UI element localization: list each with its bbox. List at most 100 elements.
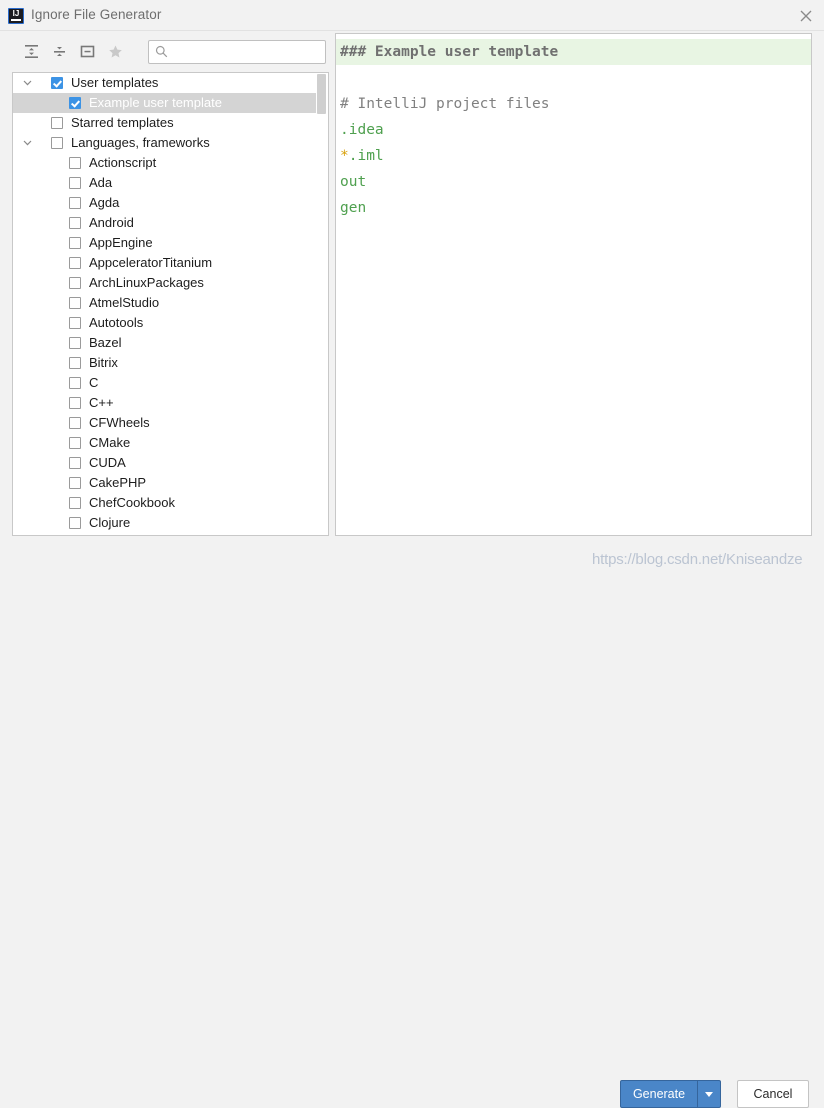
tree-row-label: Ada	[89, 175, 113, 190]
tree-row-checkbox[interactable]	[69, 297, 81, 309]
tree-row-checkbox[interactable]	[69, 437, 81, 449]
tree-row-label: ArchLinuxPackages	[89, 275, 204, 290]
dialog-footer: Generate Cancel	[0, 536, 824, 1108]
tree-row[interactable]: Example user template	[13, 93, 327, 113]
tree-row-checkbox[interactable]	[69, 497, 81, 509]
app-icon-underline	[11, 19, 21, 21]
tree-row[interactable]: Starred templates	[13, 113, 316, 133]
chevron-down-icon[interactable]	[23, 73, 35, 93]
tree-row-checkbox[interactable]	[51, 137, 63, 149]
tree-row-label: Bazel	[89, 335, 122, 350]
tree-row-checkbox[interactable]	[51, 117, 63, 129]
chevron-down-icon[interactable]	[697, 1080, 721, 1108]
tree-row-checkbox[interactable]	[69, 517, 81, 529]
tree-row-label: Example user template	[89, 95, 222, 110]
search-input[interactable]	[173, 43, 325, 64]
tree-row-checkbox[interactable]	[51, 77, 63, 89]
star-icon[interactable]	[102, 39, 128, 65]
code-segment: # IntelliJ project files	[340, 96, 550, 112]
code-line: ### Example user template	[336, 39, 811, 65]
cancel-button[interactable]: Cancel	[737, 1080, 809, 1108]
tree-row-checkbox[interactable]	[69, 377, 81, 389]
search-icon	[155, 45, 168, 61]
tree-row-checkbox[interactable]	[69, 317, 81, 329]
tree-row-checkbox[interactable]	[69, 417, 81, 429]
tree-row[interactable]: CakePHP	[13, 473, 316, 493]
tree-row[interactable]: CUDA	[13, 453, 316, 473]
template-tree-panel[interactable]: User templates Example user template Starr…	[12, 72, 329, 536]
tree-row-checkbox[interactable]	[69, 197, 81, 209]
tree-row-label: Autotools	[89, 315, 144, 330]
tree-scrollbar[interactable]	[316, 74, 327, 535]
code-line: # IntelliJ project files	[336, 91, 811, 117]
collapse-all-icon[interactable]	[46, 39, 72, 65]
tree-row[interactable]: Actionscript	[13, 153, 316, 173]
tree-row-checkbox[interactable]	[69, 397, 81, 409]
code-line: out	[336, 169, 811, 195]
tree-row[interactable]: ArchLinuxPackages	[13, 273, 316, 293]
tree-row-label: CakePHP	[89, 475, 147, 490]
tree-row-label: ChefCookbook	[89, 495, 175, 510]
tree-row-checkbox[interactable]	[69, 97, 81, 109]
tree-row-checkbox[interactable]	[69, 357, 81, 369]
tree-row[interactable]: CFWheels	[13, 413, 316, 433]
tree-row[interactable]: AtmelStudio	[13, 293, 316, 313]
tree-row-checkbox[interactable]	[69, 477, 81, 489]
tree-row[interactable]: Autotools	[13, 313, 316, 333]
generate-button[interactable]: Generate	[620, 1080, 698, 1108]
close-icon[interactable]	[794, 4, 818, 28]
page-title: Ignore File Generator	[31, 7, 162, 22]
tree-row-checkbox[interactable]	[69, 157, 81, 169]
tree-row[interactable]: Clojure	[13, 513, 316, 533]
tree-row-checkbox[interactable]	[69, 277, 81, 289]
tree-row[interactable]: User templates	[13, 73, 316, 93]
tree-row-checkbox[interactable]	[69, 257, 81, 269]
generate-dropdown-caret	[705, 1092, 713, 1097]
tree-row[interactable]: AppEngine	[13, 233, 316, 253]
tree-row-label: Clojure	[89, 515, 131, 530]
tree-row[interactable]: Agda	[13, 193, 316, 213]
code-line: *.iml	[336, 143, 811, 169]
tree-row-label: C	[89, 375, 99, 390]
tree-row-checkbox[interactable]	[69, 457, 81, 469]
tree-scrollbar-thumb[interactable]	[317, 74, 326, 114]
tree-row-label: Starred templates	[71, 115, 174, 130]
tree-row[interactable]: Languages, frameworks	[13, 133, 316, 153]
expand-all-icon[interactable]	[18, 39, 44, 65]
tree-row[interactable]: C++	[13, 393, 316, 413]
tree-row-label: Android	[89, 215, 134, 230]
intellij-app-icon: IJ	[8, 8, 24, 24]
template-tree-list: User templates Example user template Starr…	[13, 73, 327, 535]
tree-row-label: AppceleratorTitanium	[89, 255, 213, 270]
app-icon-letters: IJ	[12, 9, 20, 18]
tree-row[interactable]: CMake	[13, 433, 316, 453]
collapse-icon[interactable]	[74, 39, 100, 65]
template-preview-editor[interactable]: ### Example user template # IntelliJ pro…	[335, 33, 812, 536]
tree-row-label: Actionscript	[89, 155, 157, 170]
tree-row-label: Bitrix	[89, 355, 118, 370]
code-line: .idea	[336, 117, 811, 143]
search-field[interactable]	[148, 40, 326, 64]
tree-row-label: User templates	[71, 75, 159, 90]
tree-toolbar	[12, 39, 152, 66]
tree-row-label: CUDA	[89, 455, 126, 470]
tree-row-checkbox[interactable]	[69, 237, 81, 249]
tree-row[interactable]: Bazel	[13, 333, 316, 353]
tree-row-label: C++	[89, 395, 114, 410]
code-segment: .idea	[340, 122, 384, 138]
tree-row-label: CMake	[89, 435, 131, 450]
code-segment: *	[340, 148, 349, 164]
tree-row[interactable]: C	[13, 373, 316, 393]
tree-row-checkbox[interactable]	[69, 177, 81, 189]
code-segment: ### Example user template	[340, 44, 559, 60]
tree-row[interactable]: Ada	[13, 173, 316, 193]
tree-row[interactable]: Android	[13, 213, 316, 233]
tree-row-checkbox[interactable]	[69, 217, 81, 229]
tree-row-checkbox[interactable]	[69, 337, 81, 349]
code-segment: gen	[340, 200, 367, 216]
tree-row[interactable]: ChefCookbook	[13, 493, 316, 513]
chevron-down-icon[interactable]	[23, 133, 35, 153]
tree-row[interactable]: AppceleratorTitanium	[13, 253, 316, 273]
tree-row[interactable]: Bitrix	[13, 353, 316, 373]
